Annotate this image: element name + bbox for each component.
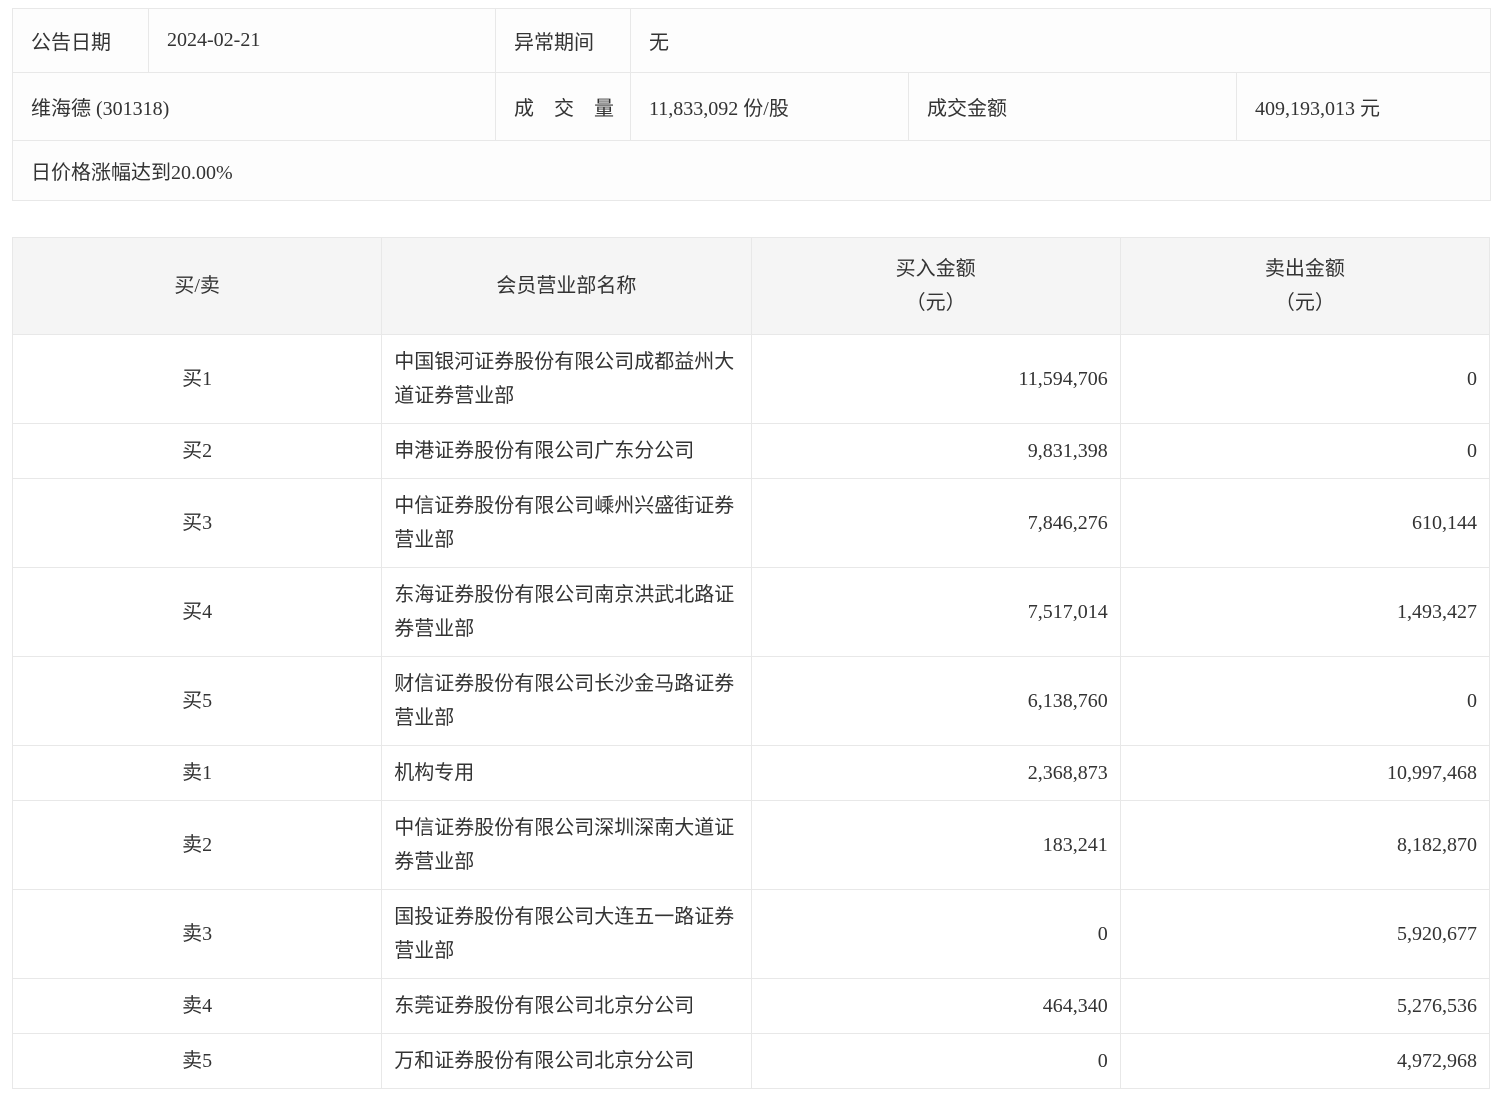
branch-cell: 机构专用 <box>381 745 752 801</box>
buy-amount-cell: 0 <box>750 889 1121 979</box>
buy-amount-cell: 0 <box>750 1033 1121 1089</box>
buy-amount-cell: 9,831,398 <box>750 423 1121 479</box>
announce-date-value: 2024-02-21 <box>148 8 496 73</box>
side-cell: 卖4 <box>11 978 383 1034</box>
volume-label: 成 交 量 <box>495 72 631 141</box>
sell-amount-cell: 5,920,677 <box>1119 889 1491 979</box>
side-cell: 买4 <box>11 567 383 657</box>
column-header-buy-amount: 买入金额 （元） <box>750 237 1121 335</box>
buy-amount-cell: 464,340 <box>750 978 1121 1034</box>
buy-amount-cell: 183,241 <box>750 800 1121 890</box>
side-cell: 买5 <box>11 656 383 746</box>
sell-amount-cell: 1,493,427 <box>1119 567 1491 657</box>
branch-cell: 中信证券股份有限公司深圳深南大道证券营业部 <box>381 800 752 890</box>
branch-cell: 财信证券股份有限公司长沙金马路证券营业部 <box>381 656 752 746</box>
table-row: 卖5 万和证券股份有限公司北京分公司 0 4,972,968 <box>11 1033 1491 1089</box>
side-cell: 卖5 <box>11 1033 383 1089</box>
sell-amount-cell: 610,144 <box>1119 478 1491 568</box>
branch-cell: 申港证券股份有限公司广东分公司 <box>381 423 752 479</box>
buy-amount-cell: 6,138,760 <box>750 656 1121 746</box>
branch-cell: 万和证券股份有限公司北京分公司 <box>381 1033 752 1089</box>
table-row: 买4 东海证券股份有限公司南京洪武北路证券营业部 7,517,014 1,493… <box>11 567 1491 657</box>
side-cell: 买1 <box>11 334 383 424</box>
turnover-label: 成交金额 <box>908 72 1237 141</box>
summary-table: 公告日期 2024-02-21 异常期间 无 维海德 (301318) 成 交 … <box>11 8 1492 201</box>
side-cell: 卖2 <box>11 800 383 890</box>
sell-amount-cell: 0 <box>1119 334 1491 424</box>
sell-amount-cell: 10,997,468 <box>1119 745 1491 801</box>
summary-row-reason: 日价格涨幅达到20.00% <box>11 140 1492 201</box>
sell-amount-header-line2: （元） <box>1274 292 1335 314</box>
sell-amount-cell: 4,972,968 <box>1119 1033 1491 1089</box>
abnormal-period-value: 无 <box>629 8 1492 73</box>
sell-amount-cell: 0 <box>1119 656 1491 746</box>
branch-cell: 东莞证券股份有限公司北京分公司 <box>381 978 752 1034</box>
table-row: 卖3 国投证券股份有限公司大连五一路证券营业部 0 5,920,677 <box>11 889 1491 979</box>
abnormal-reason: 日价格涨幅达到20.00% <box>11 140 1492 201</box>
buy-amount-cell: 7,846,276 <box>750 478 1121 568</box>
security-name: 维海德 (301318) <box>12 72 496 141</box>
table-row: 买3 中信证券股份有限公司嵊州兴盛街证券营业部 7,846,276 610,14… <box>11 478 1491 568</box>
table-row: 买1 中国银河证券股份有限公司成都益州大道证券营业部 11,594,706 0 <box>11 334 1491 424</box>
sell-amount-header-line1: 卖出金额 <box>1264 258 1345 280</box>
broker-table: 买/卖 会员营业部名称 买入金额 （元） 卖出金额 （元） 买1 中国银河证券股… <box>11 237 1491 1089</box>
sell-amount-cell: 5,276,536 <box>1119 978 1491 1034</box>
summary-row-security: 维海德 (301318) 成 交 量 11,833,092 份/股 成交金额 4… <box>12 72 1492 141</box>
volume-value: 11,833,092 份/股 <box>630 72 909 141</box>
table-row: 买2 申港证券股份有限公司广东分公司 9,831,398 0 <box>11 423 1491 479</box>
table-row: 卖1 机构专用 2,368,873 10,997,468 <box>11 745 1491 801</box>
column-header-branch: 会员营业部名称 <box>381 237 752 335</box>
buy-amount-cell: 7,517,014 <box>750 567 1121 657</box>
announce-date-label: 公告日期 <box>12 8 149 73</box>
side-cell: 买2 <box>11 423 383 479</box>
buy-amount-cell: 11,594,706 <box>750 334 1121 424</box>
table-row: 卖4 东莞证券股份有限公司北京分公司 464,340 5,276,536 <box>11 978 1491 1034</box>
table-row: 买5 财信证券股份有限公司长沙金马路证券营业部 6,138,760 0 <box>11 656 1491 746</box>
side-cell: 买3 <box>11 478 383 568</box>
turnover-value: 409,193,013 元 <box>1235 72 1492 141</box>
branch-cell: 东海证券股份有限公司南京洪武北路证券营业部 <box>381 567 752 657</box>
branch-cell: 中信证券股份有限公司嵊州兴盛街证券营业部 <box>381 478 752 568</box>
side-cell: 卖1 <box>11 745 383 801</box>
summary-row-announcement: 公告日期 2024-02-21 异常期间 无 <box>12 8 1492 73</box>
buy-amount-header-line1: 买入金额 <box>895 258 976 280</box>
buy-amount-cell: 2,368,873 <box>750 745 1121 801</box>
sell-amount-cell: 0 <box>1119 423 1491 479</box>
abnormal-period-label: 异常期间 <box>495 8 631 73</box>
column-header-side: 买/卖 <box>11 237 383 335</box>
broker-table-header-row: 买/卖 会员营业部名称 买入金额 （元） 卖出金额 （元） <box>11 237 1491 335</box>
branch-cell: 国投证券股份有限公司大连五一路证券营业部 <box>381 889 752 979</box>
side-cell: 卖3 <box>11 889 383 979</box>
table-row: 卖2 中信证券股份有限公司深圳深南大道证券营业部 183,241 8,182,8… <box>11 800 1491 890</box>
column-header-sell-amount: 卖出金额 （元） <box>1119 237 1491 335</box>
branch-cell: 中国银河证券股份有限公司成都益州大道证券营业部 <box>381 334 752 424</box>
buy-amount-header-line2: （元） <box>905 292 966 314</box>
sell-amount-cell: 8,182,870 <box>1119 800 1491 890</box>
